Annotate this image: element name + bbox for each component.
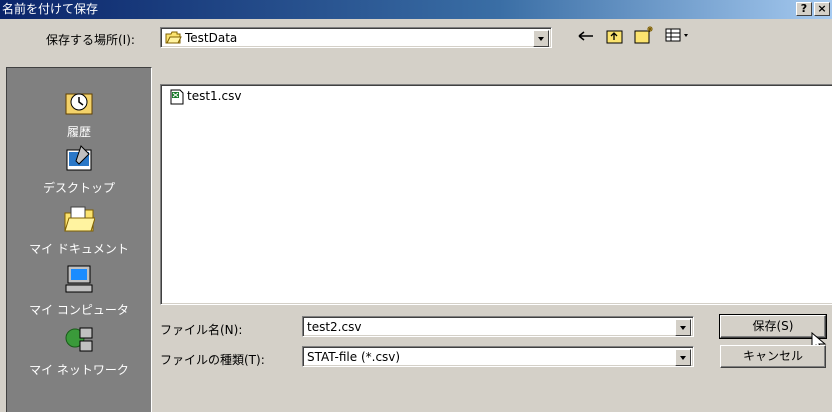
my-computer-icon <box>65 265 93 293</box>
places-item-my-documents[interactable]: マイ ドキュメント <box>7 203 151 257</box>
places-item-history[interactable]: 履歴 <box>7 86 151 140</box>
places-item-my-network[interactable]: マイ ネットワーク <box>7 324 151 378</box>
location-dropdown-button[interactable] <box>533 30 549 47</box>
desktop-icon <box>66 145 92 171</box>
location-label: 保存する場所(I): <box>46 33 135 47</box>
file-list[interactable]: test1.csv <box>160 84 832 305</box>
places-item-desktop[interactable]: デスクトップ <box>7 142 151 196</box>
title-bar[interactable]: 名前を付けて保存 ? × <box>0 0 832 19</box>
places-bar: 履歴 デスクトップ マイ ドキュメント マイ コンピュータ マイ ネットワーク <box>6 67 152 412</box>
location-combo[interactable]: TestData <box>160 27 552 48</box>
view-menu-icon[interactable] <box>665 27 693 44</box>
places-label-my-network: マイ ネットワーク <box>29 363 129 377</box>
window-title: 名前を付けて保存 <box>2 2 99 16</box>
history-icon <box>65 93 93 115</box>
folder-open-icon <box>165 31 182 44</box>
places-label-my-documents: マイ ドキュメント <box>29 242 129 256</box>
help-button[interactable]: ? <box>796 2 812 16</box>
filename-value: test2.csv <box>307 320 362 334</box>
filetype-value: STAT-file (*.csv) <box>307 350 401 364</box>
save-button-label: 保存(S) <box>752 319 794 333</box>
cancel-button[interactable]: キャンセル <box>720 345 826 368</box>
up-folder-icon[interactable] <box>605 27 625 45</box>
location-value: TestData <box>185 31 238 45</box>
filename-label: ファイル名(N): <box>160 323 243 337</box>
my-documents-icon <box>64 206 96 232</box>
csv-file-icon <box>170 89 184 105</box>
places-label-desktop: デスクトップ <box>42 181 115 195</box>
new-folder-icon[interactable] <box>633 24 655 45</box>
back-arrow-icon[interactable] <box>576 28 596 44</box>
cancel-button-label: キャンセル <box>742 349 803 363</box>
filename-dropdown-button[interactable] <box>675 319 691 336</box>
filename-input[interactable]: test2.csv <box>302 316 694 337</box>
file-name: test1.csv <box>187 89 242 103</box>
close-button[interactable]: × <box>814 2 830 16</box>
places-label-my-computer: マイ コンピュータ <box>29 303 129 317</box>
filetype-select[interactable]: STAT-file (*.csv) <box>302 346 694 367</box>
filetype-label: ファイルの種類(T): <box>160 353 265 367</box>
places-item-my-computer[interactable]: マイ コンピュータ <box>7 264 151 318</box>
places-label-history: 履歴 <box>66 125 91 139</box>
my-network-icon <box>65 327 93 352</box>
filetype-dropdown-button[interactable] <box>675 349 691 366</box>
